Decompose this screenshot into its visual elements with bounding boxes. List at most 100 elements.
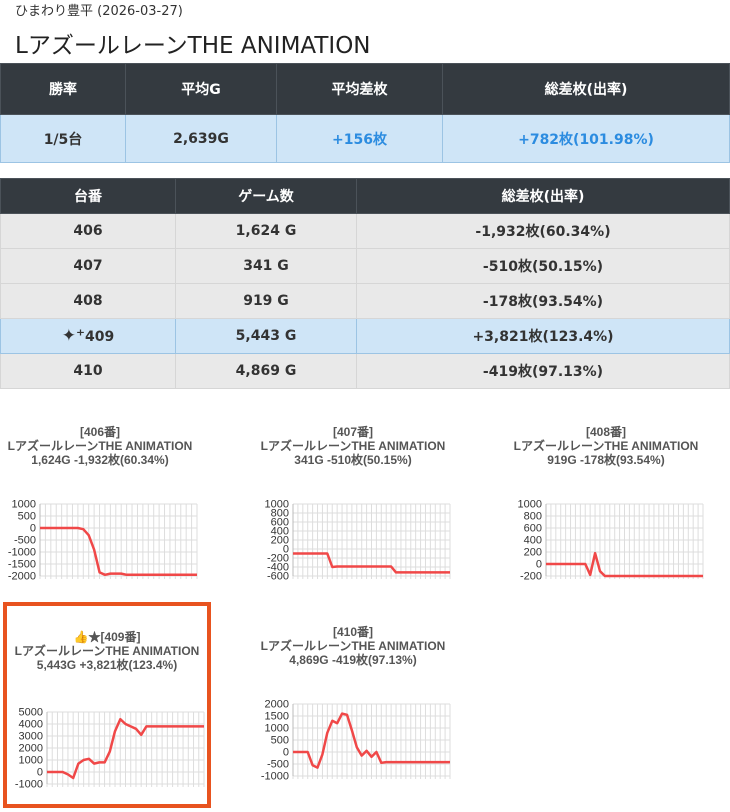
- table-row[interactable]: 407 341 G -510枚(50.15%): [0, 248, 730, 284]
- summary-row: 1/5台 2,639G +156枚 +782枚(101.98%): [0, 114, 730, 163]
- table-row[interactable]: 406 1,624 G -1,932枚(60.34%): [0, 213, 730, 249]
- machines-header-total-diff: 総差枚(出率): [356, 178, 730, 214]
- machine-number: 410: [0, 353, 176, 389]
- machine-diff: +3,821枚(123.4%): [356, 318, 730, 354]
- chart-caption: [408番] LアズールレーンTHE ANIMATION 919G -178枚(…: [506, 400, 706, 467]
- chart-caption: 👍★[409番] LアズールレーンTHE ANIMATION 5,443G +3…: [7, 606, 207, 672]
- chart-model: LアズールレーンTHE ANIMATION: [7, 439, 193, 453]
- chart-y-tick-label: 200: [524, 547, 542, 559]
- chart-y-tick-label: 0: [30, 523, 36, 535]
- chart-title: [407番]: [332, 425, 373, 439]
- chart-model: LアズールレーンTHE ANIMATION: [513, 439, 699, 453]
- chart-y-tick-label: -1000: [15, 779, 43, 789]
- table-row-highlighted[interactable]: ✦⁺409 5,443 G +3,821枚(123.4%): [0, 318, 730, 354]
- chart-407: 10008006004002000-200-400-600: [265, 500, 451, 581]
- chart-408: 10008006004002000-200: [518, 500, 704, 581]
- machine-diff: -1,932枚(60.34%): [356, 213, 730, 249]
- page-title: LアズールレーンTHE ANIMATION: [15, 33, 371, 59]
- summary-table: 勝率 平均G 平均差枚 総差枚(出率) 1/5台 2,639G +156枚 +7…: [0, 63, 730, 163]
- machine-games: 919 G: [175, 283, 357, 319]
- chart-title: [408番]: [585, 425, 626, 439]
- summary-total-diff: +782枚(101.98%): [442, 114, 730, 163]
- machine-number: 407: [0, 248, 176, 284]
- chart-title: [406番]: [79, 425, 120, 439]
- machine-games: 1,624 G: [175, 213, 357, 249]
- chart-caption: [410番] LアズールレーンTHE ANIMATION 4,869G -419…: [253, 600, 453, 667]
- chart-y-tick-label: 1500: [265, 711, 289, 723]
- page-subtitle: ひまわり豊平 (2026-03-27): [15, 4, 183, 19]
- chart-stats: 919G -178枚(93.54%): [547, 453, 665, 467]
- machines-table: 台番 ゲーム数 総差枚(出率) 406 1,624 G -1,932枚(60.3…: [0, 178, 730, 389]
- summary-header-row: 勝率 平均G 平均差枚 総差枚(出率): [0, 63, 730, 115]
- chart-model: LアズールレーンTHE ANIMATION: [260, 639, 446, 653]
- chart-y-tick-label: 800: [524, 511, 542, 523]
- chart-406: 10005000-500-1000-1500-2000: [8, 500, 198, 581]
- chart-y-tick-label: 2000: [265, 700, 289, 711]
- chart-410: 2000150010005000-500-1000: [261, 700, 451, 781]
- chart-y-tick-label: 0: [283, 747, 289, 759]
- chart-model: LアズールレーンTHE ANIMATION: [260, 439, 446, 453]
- chart-y-tick-label: 5000: [19, 708, 43, 719]
- chart-title: [410番]: [332, 625, 373, 639]
- chart-y-tick-label: -1000: [8, 547, 36, 559]
- machine-diff: -419枚(97.13%): [356, 353, 730, 389]
- chart-series-line: [40, 526, 197, 577]
- sparkle-icon: ✦⁺: [61, 326, 85, 346]
- machine-number: ✦⁺409: [0, 318, 176, 354]
- chart-y-tick-label: -500: [267, 759, 289, 771]
- machines-header-row: 台番 ゲーム数 総差枚(出率): [0, 178, 730, 214]
- chart-card-409[interactable]: 👍★[409番] LアズールレーンTHE ANIMATION 5,443G +3…: [3, 602, 211, 808]
- chart-caption: [406番] LアズールレーンTHE ANIMATION 1,624G -1,9…: [0, 400, 200, 467]
- chart-card-410[interactable]: [410番] LアズールレーンTHE ANIMATION 4,869G -419…: [253, 600, 453, 798]
- machine-diff: -178枚(93.54%): [356, 283, 730, 319]
- summary-avg-games: 2,639G: [125, 114, 277, 163]
- machine-number-text: 409: [84, 329, 115, 345]
- chart-y-tick-label: 500: [18, 511, 36, 523]
- machine-games: 4,869 G: [175, 353, 357, 389]
- machine-games: 341 G: [175, 248, 357, 284]
- machines-header-number: 台番: [0, 178, 176, 214]
- table-row[interactable]: 410 4,869 G -419枚(97.13%): [0, 353, 730, 389]
- chart-y-tick-label: -1000: [261, 771, 289, 781]
- chart-y-tick-label: 4000: [19, 719, 43, 731]
- chart-y-tick-label: 3000: [19, 731, 43, 743]
- summary-header-avg-diff: 平均差枚: [276, 63, 443, 115]
- chart-card-407[interactable]: [407番] LアズールレーンTHE ANIMATION 341G -510枚(…: [253, 400, 453, 590]
- machine-games: 5,443 G: [175, 318, 357, 354]
- chart-y-tick-label: -200: [520, 571, 542, 581]
- machines-header-games: ゲーム数: [175, 178, 357, 214]
- chart-y-tick-label: -500: [14, 535, 36, 547]
- chart-y-tick-label: 0: [536, 559, 542, 571]
- machine-number: 406: [0, 213, 176, 249]
- chart-card-406[interactable]: [406番] LアズールレーンTHE ANIMATION 1,624G -1,9…: [0, 400, 200, 590]
- chart-y-tick-label: 1000: [19, 755, 43, 767]
- chart-card-408[interactable]: [408番] LアズールレーンTHE ANIMATION 919G -178枚(…: [506, 400, 706, 598]
- chart-stats: 1,624G -1,932枚(60.34%): [31, 453, 169, 467]
- chart-stats: 5,443G +3,821枚(123.4%): [36, 658, 178, 672]
- chart-stats: 341G -510枚(50.15%): [294, 453, 412, 467]
- chart-y-tick-label: -600: [267, 571, 289, 581]
- chart-title: 👍★[409番]: [73, 630, 141, 644]
- chart-caption: [407番] LアズールレーンTHE ANIMATION 341G -510枚(…: [253, 400, 453, 467]
- chart-y-tick-label: 400: [524, 535, 542, 547]
- summary-header-winrate: 勝率: [0, 63, 126, 115]
- chart-stats: 4,869G -419枚(97.13%): [289, 653, 417, 667]
- summary-avg-diff: +156枚: [276, 114, 443, 163]
- chart-y-tick-label: 600: [524, 523, 542, 535]
- chart-y-tick-label: -1500: [8, 559, 36, 571]
- chart-model: LアズールレーンTHE ANIMATION: [14, 644, 200, 658]
- summary-header-total-diff: 総差枚(出率): [442, 63, 730, 115]
- chart-y-tick-label: 500: [271, 735, 289, 747]
- table-row[interactable]: 408 919 G -178枚(93.54%): [0, 283, 730, 319]
- chart-409: 500040003000200010000-1000: [15, 708, 205, 789]
- summary-winrate: 1/5台: [0, 114, 126, 163]
- chart-y-tick-label: 1000: [518, 500, 542, 511]
- chart-y-tick-label: 2000: [19, 743, 43, 755]
- chart-y-tick-label: 0: [37, 767, 43, 779]
- machine-diff: -510枚(50.15%): [356, 248, 730, 284]
- chart-y-tick-label: -2000: [8, 571, 36, 581]
- chart-y-tick-label: 1000: [12, 500, 36, 511]
- chart-y-tick-label: 1000: [265, 723, 289, 735]
- machine-number: 408: [0, 283, 176, 319]
- summary-header-avg-games: 平均G: [125, 63, 277, 115]
